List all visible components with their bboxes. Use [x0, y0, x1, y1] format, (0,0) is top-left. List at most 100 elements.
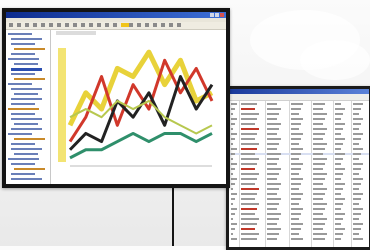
- table-row[interactable]: [229, 108, 369, 110]
- tree-item[interactable]: [8, 133, 32, 135]
- tree-item[interactable]: [11, 73, 35, 75]
- table-row[interactable]: [229, 103, 369, 105]
- tree-item[interactable]: [11, 88, 42, 90]
- table-row[interactable]: [229, 198, 369, 200]
- table-row[interactable]: [229, 148, 369, 150]
- tree-item[interactable]: [8, 58, 39, 60]
- tree-item[interactable]: [8, 33, 32, 35]
- toolbar-icon[interactable]: [25, 23, 29, 27]
- table-row[interactable]: [229, 183, 369, 185]
- toolbar-icon[interactable]: [97, 23, 101, 27]
- tree-item[interactable]: [11, 103, 35, 105]
- tree-item[interactable]: [14, 93, 38, 95]
- table-row[interactable]: [229, 158, 369, 160]
- tree-item[interactable]: [8, 108, 39, 110]
- table-cell: [241, 103, 257, 105]
- table-cell: [335, 103, 341, 105]
- table-cell: [313, 138, 323, 140]
- table-row[interactable]: [229, 113, 369, 115]
- table-row[interactable]: [229, 138, 369, 140]
- tree-item[interactable]: [11, 53, 35, 55]
- tree-item[interactable]: [14, 48, 45, 50]
- tree-item[interactable]: [14, 78, 45, 80]
- table-cell: [241, 183, 255, 185]
- tree-item[interactable]: [14, 63, 38, 65]
- table-row[interactable]: [229, 193, 369, 195]
- tree-item[interactable]: [14, 123, 38, 125]
- table-row[interactable]: [229, 233, 369, 235]
- table-cell: [267, 203, 279, 205]
- table-row[interactable]: [229, 133, 369, 135]
- minimize-icon[interactable]: [210, 13, 214, 17]
- toolbar-icon[interactable]: [73, 23, 77, 27]
- toolbar-icon[interactable]: [65, 23, 69, 27]
- toolbar-icon[interactable]: [33, 23, 37, 27]
- toolbar-icon[interactable]: [41, 23, 45, 27]
- table-row[interactable]: [229, 178, 369, 180]
- table-row[interactable]: [229, 218, 369, 220]
- table-cell: [267, 148, 277, 150]
- table-cell: [291, 183, 301, 185]
- table-row[interactable]: [229, 173, 369, 175]
- table-row[interactable]: [229, 208, 369, 210]
- table-row[interactable]: [229, 128, 369, 130]
- tree-item[interactable]: [11, 173, 35, 175]
- table-row[interactable]: [229, 168, 369, 170]
- toolbar-icon[interactable]: [129, 23, 133, 27]
- tree-item[interactable]: [11, 118, 42, 120]
- highlight-tool-icon[interactable]: [121, 23, 129, 27]
- maximize-icon[interactable]: [215, 13, 219, 17]
- tree-item[interactable]: [11, 163, 35, 165]
- table-row[interactable]: [229, 123, 369, 125]
- table-cell: [291, 223, 303, 225]
- toolbar-icon[interactable]: [113, 23, 117, 27]
- table-row[interactable]: [229, 188, 369, 190]
- table-cell: [313, 223, 325, 225]
- toolbar-icon[interactable]: [145, 23, 149, 27]
- toolbar-icon[interactable]: [105, 23, 109, 27]
- close-icon[interactable]: [220, 13, 224, 17]
- toolbar-icon[interactable]: [81, 23, 85, 27]
- tree-item[interactable]: [11, 38, 42, 40]
- tree-item[interactable]: [11, 143, 35, 145]
- tree-item[interactable]: [11, 113, 35, 115]
- tree-item[interactable]: [11, 128, 42, 130]
- table-row[interactable]: [229, 163, 369, 165]
- table-row[interactable]: [229, 153, 369, 155]
- tree-item[interactable]: [11, 43, 35, 45]
- table-row[interactable]: [229, 238, 369, 240]
- toolbar-icon[interactable]: [17, 23, 21, 27]
- toolbar-icon[interactable]: [169, 23, 173, 27]
- table-cell: [291, 178, 303, 180]
- tree-item[interactable]: [14, 153, 38, 155]
- table-row[interactable]: [229, 213, 369, 215]
- toolbar-icon[interactable]: [57, 23, 61, 27]
- toolbar-icon[interactable]: [161, 23, 165, 27]
- tree-item[interactable]: [11, 68, 42, 71]
- table-row[interactable]: [229, 143, 369, 145]
- tree-item[interactable]: [14, 168, 45, 170]
- tree-item[interactable]: [8, 158, 39, 160]
- tree-item[interactable]: [14, 138, 45, 140]
- table-cell: [353, 113, 359, 115]
- table-cell: [241, 223, 257, 225]
- toolbar-icon[interactable]: [89, 23, 93, 27]
- toolbar-icon[interactable]: [137, 23, 141, 27]
- table-cell: [231, 133, 237, 135]
- table-cell: [313, 118, 325, 120]
- tree-item[interactable]: [8, 83, 32, 85]
- table-cell: [241, 123, 255, 125]
- table-cell: [335, 178, 341, 180]
- toolbar-icon[interactable]: [177, 23, 181, 27]
- toolbar-icon[interactable]: [49, 23, 53, 27]
- table-row[interactable]: [229, 118, 369, 120]
- tree-item[interactable]: [11, 178, 42, 180]
- tree-item[interactable]: [11, 148, 42, 150]
- toolbar-icon[interactable]: [153, 23, 157, 27]
- table-row[interactable]: [229, 223, 369, 225]
- table-row[interactable]: [229, 228, 369, 230]
- table-cell: [353, 208, 363, 210]
- table-row[interactable]: [229, 203, 369, 205]
- toolbar-icon[interactable]: [9, 23, 13, 27]
- tree-item[interactable]: [11, 98, 42, 100]
